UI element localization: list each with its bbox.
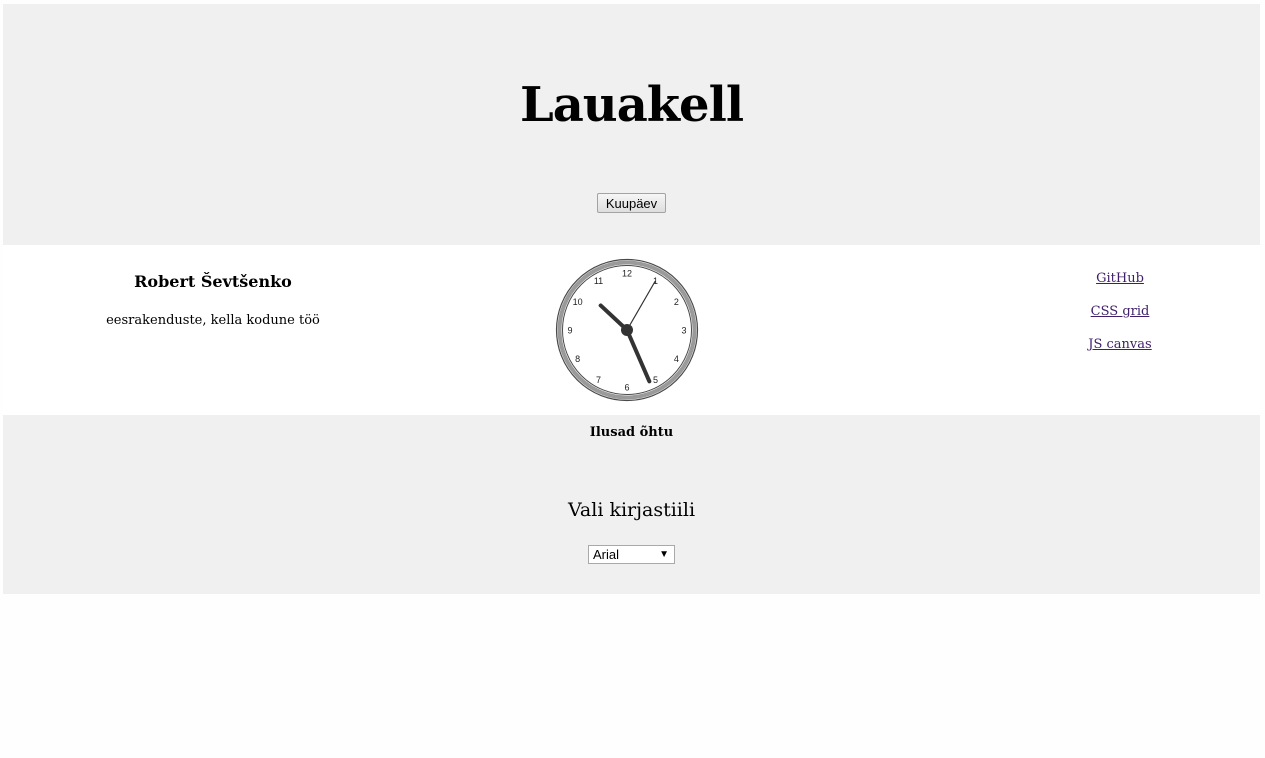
github-link[interactable]: GitHub (1020, 271, 1220, 287)
date-button[interactable]: Kuupäev (597, 193, 666, 213)
link-list: GitHub CSS grid JS canvas (1020, 271, 1220, 370)
page-title: Lauakell (519, 77, 744, 133)
css-grid-link[interactable]: CSS grid (1020, 304, 1220, 320)
clock-number: 9 (567, 326, 572, 336)
footer: Ilusad õhtu Vali kirjastiili Arial ▼ (3, 415, 1260, 594)
font-select[interactable]: Arial ▼ (588, 545, 675, 564)
dropdown-arrow-icon: ▼ (659, 549, 669, 560)
font-select-title: Vali kirjastiili (567, 499, 696, 521)
clock-number: 3 (681, 326, 686, 336)
author-name: Robert Ševtšenko (134, 272, 292, 291)
clock-number: 6 (624, 383, 629, 393)
js-canvas-link[interactable]: JS canvas (1020, 337, 1220, 353)
clock-number: 8 (575, 354, 580, 364)
clock-number: 2 (674, 297, 679, 307)
author-description: eesrakenduste, kella kodune töö (106, 313, 320, 328)
greeting-text: Ilusad õhtu (589, 425, 674, 440)
analog-clock: 121234567891011 (555, 258, 699, 402)
clock-center-pin (621, 324, 633, 336)
page: Lauakell Kuupäev Robert Ševtšenko eesrak… (0, 0, 1265, 758)
clock-number: 5 (653, 375, 658, 385)
clock-number: 10 (573, 297, 583, 307)
clock-number: 11 (594, 276, 603, 286)
clock-number: 7 (596, 375, 601, 385)
main-content: Robert Ševtšenko eesrakenduste, kella ko… (3, 245, 1260, 415)
clock-number: 4 (674, 354, 679, 364)
header: Lauakell Kuupäev (3, 4, 1260, 245)
font-select-value: Arial (593, 547, 620, 562)
clock-number: 12 (622, 269, 632, 279)
